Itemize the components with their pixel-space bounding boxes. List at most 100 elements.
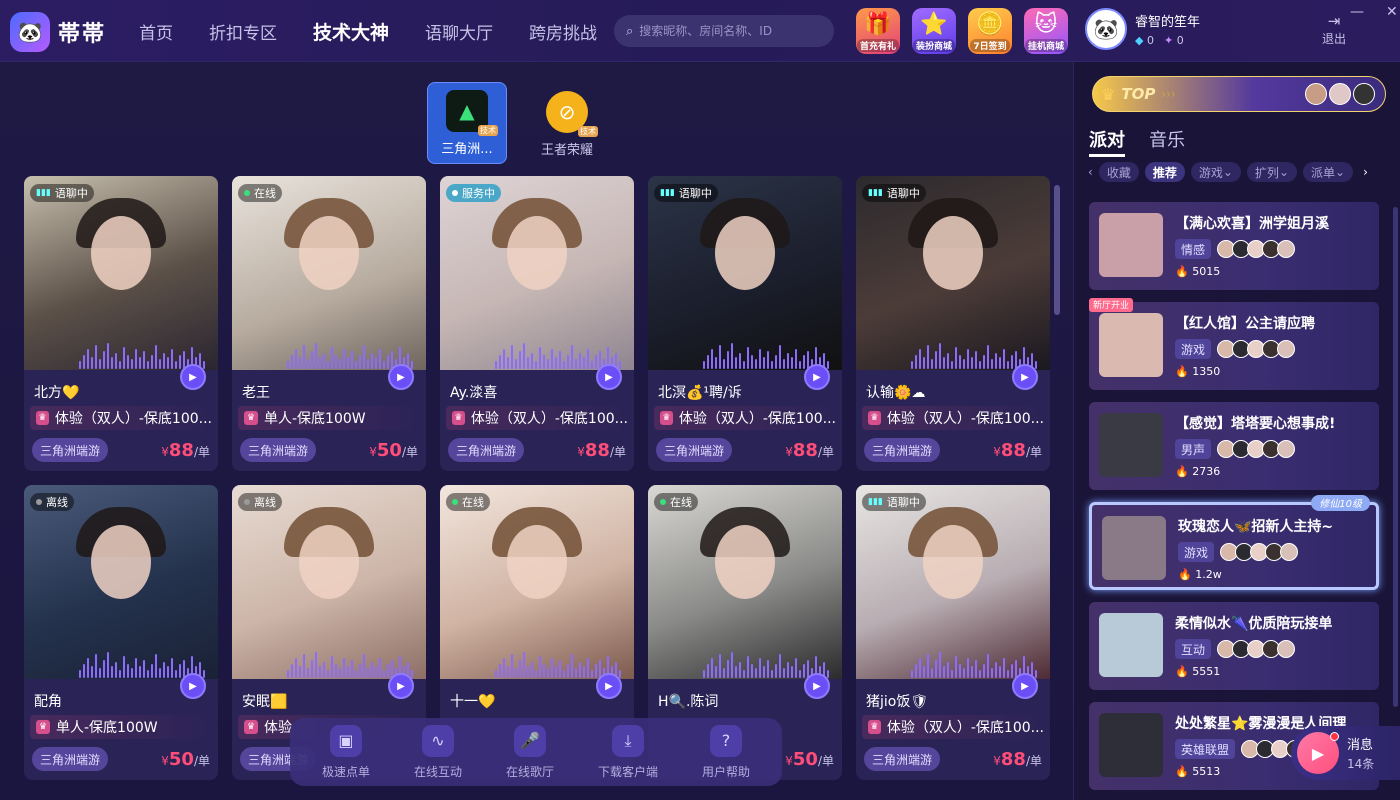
user-profile[interactable]: 🐼 睿智的笙年 ◆ 0 ✦ 0 bbox=[1085, 8, 1200, 50]
minimize-icon[interactable]: — bbox=[1350, 4, 1364, 20]
main-nav: 首页 折扣专区 技术大神 语聊大厅 跨房挑战 bbox=[139, 0, 597, 62]
top-ranking-banner[interactable]: ♛ TOP ››› bbox=[1092, 76, 1386, 112]
player-photo[interactable]: ▮▮▮ 语聊中 bbox=[856, 485, 1050, 679]
crown-icon: ♛ bbox=[1101, 84, 1116, 104]
player-name: 猪jio饭🛡 bbox=[866, 694, 929, 710]
play-voice-button[interactable]: ▶ bbox=[804, 364, 830, 390]
play-voice-button[interactable]: ▶ bbox=[1012, 673, 1038, 699]
service-line: ♛ 体验（双人）-保底100... bbox=[446, 406, 628, 430]
chevron-left-icon[interactable]: ‹ bbox=[1088, 165, 1093, 179]
player-card[interactable]: 服务中 ▶ Ay.渁喜 ♛ 体验（双人）-保底100... 三角洲端游 ¥88/单 bbox=[440, 176, 634, 471]
idle-shop-button[interactable]: 🐱 挂机商城 bbox=[1024, 8, 1068, 54]
nav-home[interactable]: 首页 bbox=[139, 19, 173, 44]
avatar[interactable]: 🐼 bbox=[1085, 8, 1127, 50]
room-tag: 情感 bbox=[1175, 239, 1212, 259]
play-voice-button[interactable]: ▶ bbox=[1012, 364, 1038, 390]
online-karaoke-button[interactable]: 🎤 在线歌厅 bbox=[506, 724, 554, 780]
play-voice-button[interactable]: ▶ bbox=[180, 673, 206, 699]
play-icon: ▶ bbox=[605, 371, 613, 383]
service-line: ♛ 体验（双人）-保底100... bbox=[862, 406, 1044, 430]
player-photo[interactable]: ▮▮▮ 语聊中 bbox=[24, 176, 218, 370]
player-card[interactable]: ▮▮▮ 语聊中 ▶ 猪jio饭🛡 ♛ 体验（双人）-保底100... 三角洲端游 ¥… bbox=[856, 485, 1050, 780]
chevrons-icon: ››› bbox=[1161, 87, 1176, 101]
first-recharge-gift-button[interactable]: 🎁 首充有礼 bbox=[856, 8, 900, 54]
play-voice-button[interactable]: ▶ bbox=[596, 364, 622, 390]
flame-icon: 🔥 bbox=[1175, 365, 1189, 378]
player-name: 配角 bbox=[34, 694, 62, 710]
gift-icon: 🎁 bbox=[864, 12, 892, 37]
play-voice-button[interactable]: ▶ bbox=[388, 673, 414, 699]
player-photo[interactable]: 离线 bbox=[232, 485, 426, 679]
room-item[interactable]: 柔情似水🌂优质陪玩接单 互动 🔥 5551 bbox=[1089, 602, 1379, 690]
microphone-icon: 🎤 bbox=[513, 724, 546, 757]
face-shape bbox=[923, 525, 983, 599]
tab-music[interactable]: 音乐 bbox=[1149, 126, 1185, 157]
close-icon[interactable]: ✕ bbox=[1386, 4, 1398, 20]
logout-button[interactable]: ⇥ 退出 bbox=[1322, 12, 1346, 47]
filter-games[interactable]: 游戏 ⌄ bbox=[1190, 162, 1241, 182]
room-item[interactable]: 【满心欢喜】洲学姐月溪 情感 🔥 5015 bbox=[1089, 202, 1379, 290]
game-tag: 三角洲端游 bbox=[32, 747, 109, 771]
nav-voice-hall[interactable]: 语聊大厅 bbox=[425, 19, 493, 44]
download-client-button[interactable]: ⤓ 下载客户端 bbox=[598, 724, 658, 780]
room-item[interactable]: 【感觉】塔塔要心想事成! 男声 🔥 2736 bbox=[1089, 402, 1379, 490]
quick-order-button[interactable]: ▣ 极速点单 bbox=[322, 724, 370, 780]
filter-favorites[interactable]: 收藏 bbox=[1098, 162, 1139, 182]
grid-scrollbar[interactable] bbox=[1054, 185, 1060, 315]
player-card[interactable]: ▮▮▮ 语聊中 ▶ 北方💛 ♛ 体验（双人）-保底100... 三角洲端游 ¥88/… bbox=[24, 176, 218, 471]
play-voice-button[interactable]: ▶ bbox=[388, 364, 414, 390]
status-badge: 在线 bbox=[238, 184, 282, 202]
nav-tech-masters[interactable]: 技术大神 bbox=[313, 18, 389, 45]
nav-cross-room[interactable]: 跨房挑战 bbox=[529, 19, 597, 44]
top-avatars bbox=[1305, 83, 1385, 105]
player-photo[interactable]: ▮▮▮ 语聊中 bbox=[856, 176, 1050, 370]
filter-expand[interactable]: 扩列 ⌄ bbox=[1246, 162, 1297, 182]
search-box[interactable]: ⌕ bbox=[614, 15, 834, 47]
online-interact-button[interactable]: ∿ 在线互动 bbox=[414, 724, 462, 780]
room-item[interactable]: 新厅开业 【红人馆】公主请应聘 游戏 🔥 1350 bbox=[1089, 298, 1379, 390]
player-card[interactable]: 离线 ▶ 配角 ♛ 单人-保底100W 三角洲端游 ¥50/单 bbox=[24, 485, 218, 780]
logo[interactable]: 🐼 帯帯 bbox=[10, 12, 106, 52]
game-tag: 三角洲端游 bbox=[656, 438, 733, 462]
play-icon: ▶ bbox=[1021, 371, 1029, 383]
player-photo[interactable]: 在线 bbox=[232, 176, 426, 370]
face-shape bbox=[715, 525, 775, 599]
play-voice-button[interactable]: ▶ bbox=[180, 364, 206, 390]
room-tag: 男声 bbox=[1175, 439, 1212, 459]
search-input[interactable] bbox=[639, 24, 820, 38]
face-shape bbox=[91, 216, 151, 290]
filter-dispatch[interactable]: 派单 ⌄ bbox=[1303, 162, 1354, 182]
player-photo[interactable]: 在线 bbox=[648, 485, 842, 679]
checkin-button[interactable]: 🪙 7日签到 bbox=[968, 8, 1012, 54]
player-photo[interactable]: 在线 bbox=[440, 485, 634, 679]
play-voice-button[interactable]: ▶ bbox=[804, 673, 830, 699]
search-icon: ⌕ bbox=[626, 23, 634, 39]
tab-party[interactable]: 派对 bbox=[1089, 126, 1125, 157]
room-title: 【感觉】塔塔要心想事成! bbox=[1175, 416, 1336, 432]
player-photo[interactable]: 离线 bbox=[24, 485, 218, 679]
filter-recommended[interactable]: 推荐 bbox=[1144, 162, 1185, 182]
room-badge: 新厅开业 bbox=[1089, 298, 1134, 312]
dress-shop-button[interactable]: ⭐ 装扮商城 bbox=[912, 8, 956, 54]
message-button[interactable]: ▶ 消息 14条 bbox=[1291, 726, 1400, 780]
player-card[interactable]: 在线 ▶ 老王 ♛ 单人-保底100W 三角洲端游 ¥50/单 bbox=[232, 176, 426, 471]
flame-icon: 🔥 bbox=[1175, 465, 1189, 478]
user-help-button[interactable]: ? 用户帮助 bbox=[702, 724, 750, 780]
room-member-avatars bbox=[1217, 340, 1296, 358]
unread-dot bbox=[1330, 732, 1339, 741]
room-list-scrollbar[interactable] bbox=[1393, 207, 1398, 707]
nav-discount[interactable]: 折扣专区 bbox=[209, 19, 277, 44]
play-voice-button[interactable]: ▶ bbox=[596, 673, 622, 699]
category-honor-of-kings[interactable]: ⊘ 技术 王者荣耀 bbox=[527, 82, 607, 164]
chevron-right-icon[interactable]: › bbox=[1363, 165, 1368, 179]
service-line: ♛ 单人-保底100W bbox=[238, 406, 420, 430]
status-badge: ▮▮▮ 语聊中 bbox=[654, 184, 718, 202]
player-photo[interactable]: 服务中 bbox=[440, 176, 634, 370]
category-delta[interactable]: ▲ 技术 三角洲... bbox=[427, 82, 507, 164]
room-item[interactable]: 修仙10级 玫瑰恋人🦋招新人主持~ 游戏 🔥 1.2w bbox=[1089, 495, 1379, 590]
player-card[interactable]: ▮▮▮ 语聊中 ▶ 北溟💰¹聘/诉 ♛ 体验（双人）-保底100... 三角洲端游 … bbox=[648, 176, 842, 471]
player-photo[interactable]: ▮▮▮ 语聊中 bbox=[648, 176, 842, 370]
player-card[interactable]: ▮▮▮ 语聊中 ▶ 认输🌼☁ ♛ 体验（双人）-保底100... 三角洲端游 ¥88… bbox=[856, 176, 1050, 471]
status-badge: ▮▮▮ 语聊中 bbox=[30, 184, 94, 202]
crystal-icon: ✦ bbox=[1163, 34, 1174, 47]
